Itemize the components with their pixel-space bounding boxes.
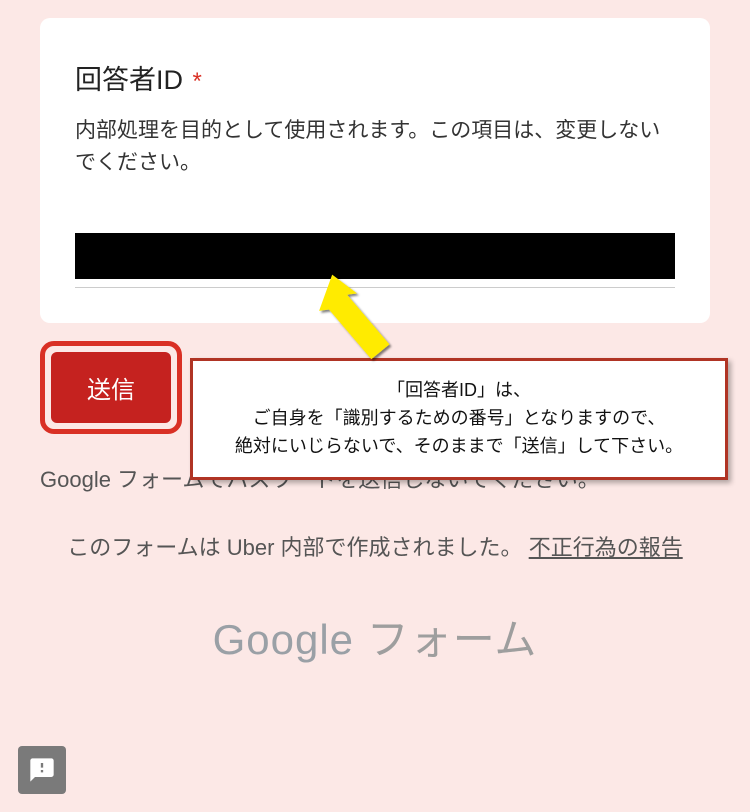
question-description: 内部処理を目的として使用されます。この項目は、変更しないでください。 [75, 115, 675, 178]
speech-bubble-icon [28, 756, 56, 784]
origin-prefix: このフォームは Uber 内部で作成されました。 [67, 535, 522, 560]
instruction-callout: 「回答者ID」は、 ご自身を「識別するための番号」となりますので、 絶対にいじら… [190, 358, 728, 480]
question-title-text: 回答者ID [75, 65, 183, 95]
report-abuse-link[interactable]: 不正行為の報告 [529, 535, 683, 560]
input-container [75, 233, 675, 288]
question-card: 回答者ID * 内部処理を目的として使用されます。この項目は、変更しないでくださ… [40, 18, 710, 323]
logo-forms-text: フォーム [367, 616, 538, 663]
submit-highlight-border: 送信 [40, 341, 182, 434]
callout-line-1: 「回答者ID」は、 [205, 377, 713, 405]
logo-google-text: Google [213, 616, 367, 663]
submit-button[interactable]: 送信 [51, 352, 171, 423]
google-forms-logo[interactable]: Google フォーム [0, 606, 750, 667]
callout-line-3: 絶対にいじらないで、そのままで「送信」して下さい。 [205, 433, 713, 461]
form-origin-text: このフォームは Uber 内部で作成されました。 不正行為の報告 [40, 529, 710, 566]
required-mark: * [193, 68, 202, 95]
feedback-icon[interactable] [18, 746, 66, 794]
respondent-id-input[interactable] [75, 233, 675, 279]
callout-line-2: ご自身を「識別するための番号」となりますので、 [205, 405, 713, 433]
submit-area: 送信 [40, 341, 182, 434]
question-title: 回答者ID * [75, 58, 675, 97]
